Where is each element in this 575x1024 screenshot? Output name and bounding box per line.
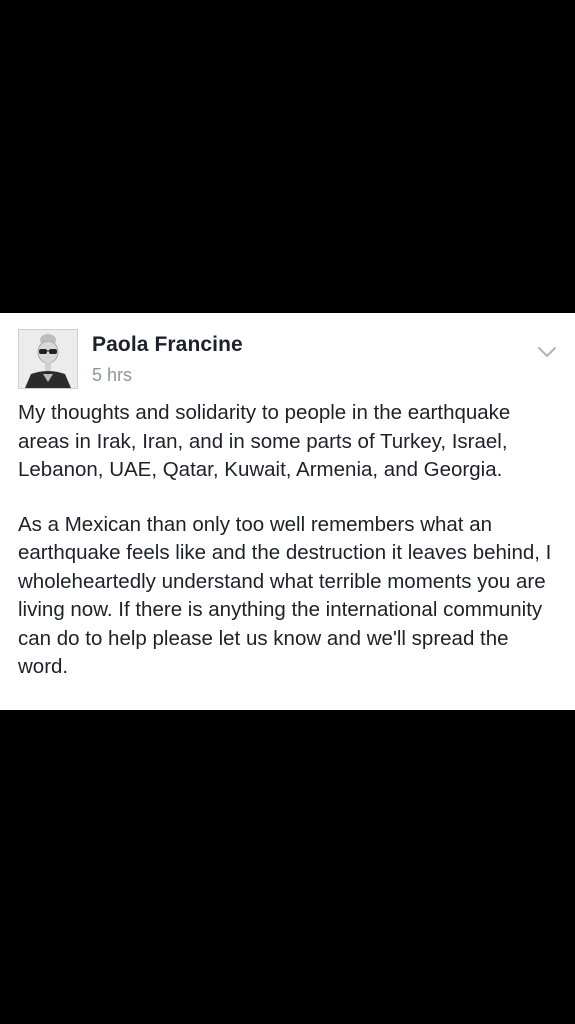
post-timestamp[interactable]: 5 hrs bbox=[92, 365, 132, 386]
author-avatar[interactable] bbox=[18, 329, 78, 389]
post-header: Paola Francine 5 hrs bbox=[18, 327, 558, 393]
post-card: Paola Francine 5 hrs My thoughts and sol… bbox=[0, 313, 575, 710]
bottom-black-margin bbox=[0, 710, 575, 1024]
post-text: My thoughts and solidarity to people in … bbox=[18, 399, 558, 708]
chevron-down-icon[interactable] bbox=[536, 341, 558, 363]
author-name[interactable]: Paola Francine bbox=[92, 333, 243, 357]
post-paragraph: As a Mexican than only too well remember… bbox=[18, 512, 552, 679]
avatar-portrait-icon bbox=[19, 330, 77, 388]
post-paragraph: My thoughts and solidarity to people in … bbox=[18, 401, 511, 481]
top-black-margin bbox=[0, 0, 575, 313]
